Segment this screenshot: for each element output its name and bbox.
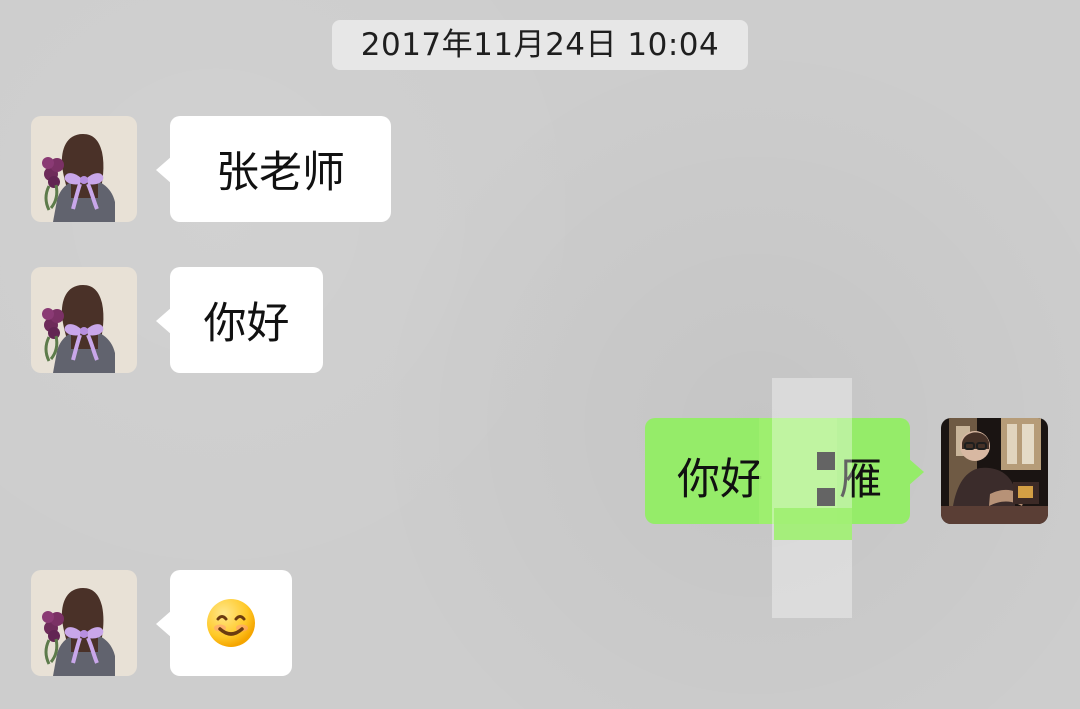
message-bubble-incoming[interactable]: [156, 570, 292, 676]
contact-avatar[interactable]: [31, 267, 137, 373]
contact-avatar[interactable]: [31, 570, 137, 676]
message-bubble-incoming[interactable]: 你好: [156, 267, 323, 373]
my-avatar[interactable]: [941, 418, 1048, 524]
contact-avatar[interactable]: [31, 116, 137, 222]
avatar-woman-with-bow-icon: [31, 116, 137, 222]
redaction-overlay: [774, 508, 852, 540]
message-bubble-incoming[interactable]: 张老师: [156, 116, 391, 222]
chat-view: 2017年11月24日 10:04 张老师 你好 你好 雁: [0, 0, 1080, 709]
avatar-woman-with-bow-icon: [31, 570, 137, 676]
avatar-woman-with-bow-icon: [31, 267, 137, 373]
message-text: 你好: [203, 299, 290, 349]
message-text: 张老师: [216, 148, 345, 198]
message-timestamp: 2017年11月24日 10:04: [332, 20, 748, 70]
avatar-man-photo-icon: [941, 418, 1048, 524]
message-text-prefix: 你好: [677, 455, 763, 505]
smiling-face-icon: [207, 599, 255, 647]
redaction-overlay: [772, 378, 852, 618]
